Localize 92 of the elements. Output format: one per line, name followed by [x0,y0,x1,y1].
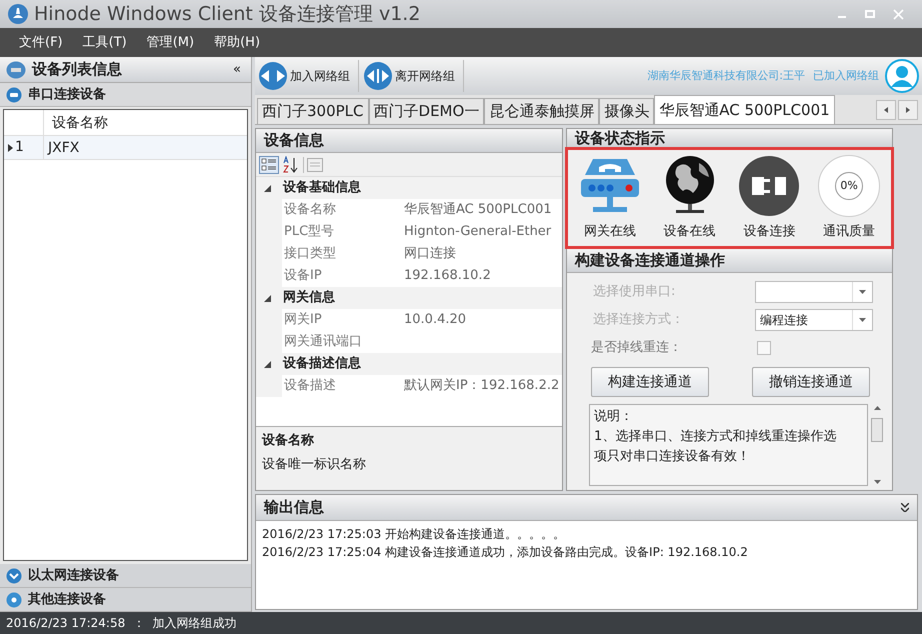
section-icon [6,86,22,102]
channel-button[interactable]: 撤销连接通道 [752,367,870,397]
category-row[interactable]: 网关信息 [256,287,562,309]
table-cell-text: JXFX [46,139,80,158]
app-logo-icon [8,4,28,24]
expander-icon [264,360,271,368]
category-title: 设备描述信息 [283,355,361,374]
device-tab[interactable]: 昆仑通泰触摸屏 [484,98,600,124]
panel-title: 设备状态指示 [575,130,665,146]
tab-left-button[interactable] [876,100,896,120]
device-tab[interactable]: 西门子300PLC [257,98,369,124]
property-pages-icon [307,158,323,172]
panel-title: 构建设备连接通道操作 [575,250,725,272]
panel-title: 设备信息 [264,130,324,152]
field-label: 选择使用串口: [592,283,676,302]
section-icon [6,568,22,584]
help-title: 设备名称 [262,432,315,450]
table-row[interactable]: 1 JXFX [4,136,247,160]
scroll-down-icon [874,480,881,484]
section-header[interactable]: 其他连接设备 [0,588,251,612]
note-title: 说明： [594,408,634,426]
menu-item[interactable]: 管理(M) [138,28,204,57]
tab-right-button[interactable] [898,100,918,120]
category-title: 设备基础信息 [283,179,361,198]
user-avatar-icon [885,59,919,93]
menu-item[interactable]: 帮助(H) [205,28,270,57]
device-list-icon [6,60,26,78]
property-name: 设备描述 [284,378,336,393]
toolbar-button[interactable]: 加入网络组 [258,60,359,92]
property-value: 默认网关IP：192.168.2.2 [404,378,560,393]
indicator-label: 设备在线 [664,223,716,242]
plug-icon [738,155,800,218]
dropdown-field[interactable] [755,281,873,303]
help-text: 设备唯一标识名称 [262,456,367,474]
toolbar-button[interactable]: 离开网络组 [363,60,464,92]
status-text: 2016/2/23 17:24:58 ： 加入网络组成功 [6,615,236,632]
scroll-up-icon [874,406,881,410]
device-tab[interactable]: 西门子DEMO一 [368,98,484,124]
sidebar-title: 设备列表信息 [32,59,122,80]
user-company: 湖南华辰智通科技有限公司:王平 [647,68,805,84]
property-value: 网口连接 [404,246,456,261]
property-name: 设备名称 [284,202,336,217]
column-header: 设备名称 [51,114,109,133]
categorized-view-icon[interactable] [259,156,279,174]
reconnect-checkbox[interactable] [757,341,771,355]
section-header[interactable]: 串口连接设备 [0,83,251,107]
property-value: 华辰智通AC 500PLC001 [404,202,552,217]
collapse-button[interactable]: « [229,60,245,80]
property-name: 接口类型 [284,246,336,261]
field-label: 是否掉线重连： [590,339,683,358]
category-row[interactable]: 设备描述信息 [256,353,562,375]
menu-item[interactable]: 文件(F) [10,28,72,57]
collapse-down-icon[interactable] [901,503,909,512]
section-header[interactable]: 以太网连接设备 [0,564,251,588]
left-arrow-icon [884,107,888,113]
property-value: Hignton-General-Ether [404,224,552,239]
log-line: 2016/2/23 17:25:03 开始构建设备连接通道。。。。。 [262,526,566,543]
right-arrow-icon [906,107,910,113]
row-number: 1 [15,138,24,157]
field-label: 选择连接方式： [592,311,685,330]
property-name: 网关IP [284,312,322,327]
device-tab[interactable]: 摄像头 [599,98,654,124]
property-name: PLC型号 [284,224,334,239]
indicator-label: 通讯质量 [823,223,876,242]
property-name: 设备IP [284,268,322,283]
window-title: Hinode Windows Client 设备连接管理 v1.2 [34,2,420,27]
indicator-label: 设备连接 [743,223,796,242]
arrows-in-icon [258,61,288,91]
quality-reading: 0% [835,172,864,200]
section-icon [6,592,22,608]
device-tab[interactable]: 华辰智通AC 500PLC001 [654,95,835,124]
dropdown-arrow-icon [859,290,866,294]
property-name: 网关通讯端口 [284,334,362,349]
expander-icon [264,184,271,192]
network-status: 已加入网络组 [813,68,879,84]
menu-item[interactable]: 工具(T) [74,28,136,57]
row-pointer-icon [8,144,13,152]
property-value: 10.0.4.20 [404,312,466,327]
category-title: 网关信息 [283,288,335,308]
note-text: 1、选择串口、连接方式和掉线重连操作选项只对串口连接设备有效！ [594,428,838,466]
log-line: 2016/2/23 17:25:04 构建设备连接通道成功，添加设备路由完成。设备IP: 192.168.10.2 [262,544,749,561]
category-row[interactable]: 设备基础信息 [256,177,562,199]
indicator-label: 网关在线 [584,223,636,242]
panel-title: 输出信息 [264,497,324,518]
dropdown-arrow-icon [859,318,866,322]
close-icon [892,8,904,20]
expander-icon [264,294,271,302]
note-scrollbar[interactable] [870,404,884,486]
arrows-out-icon [363,61,393,91]
sort-alphabetical-icon[interactable] [282,156,300,174]
property-value: 192.168.10.2 [404,268,491,283]
channel-button[interactable]: 构建连接通道 [591,367,709,397]
